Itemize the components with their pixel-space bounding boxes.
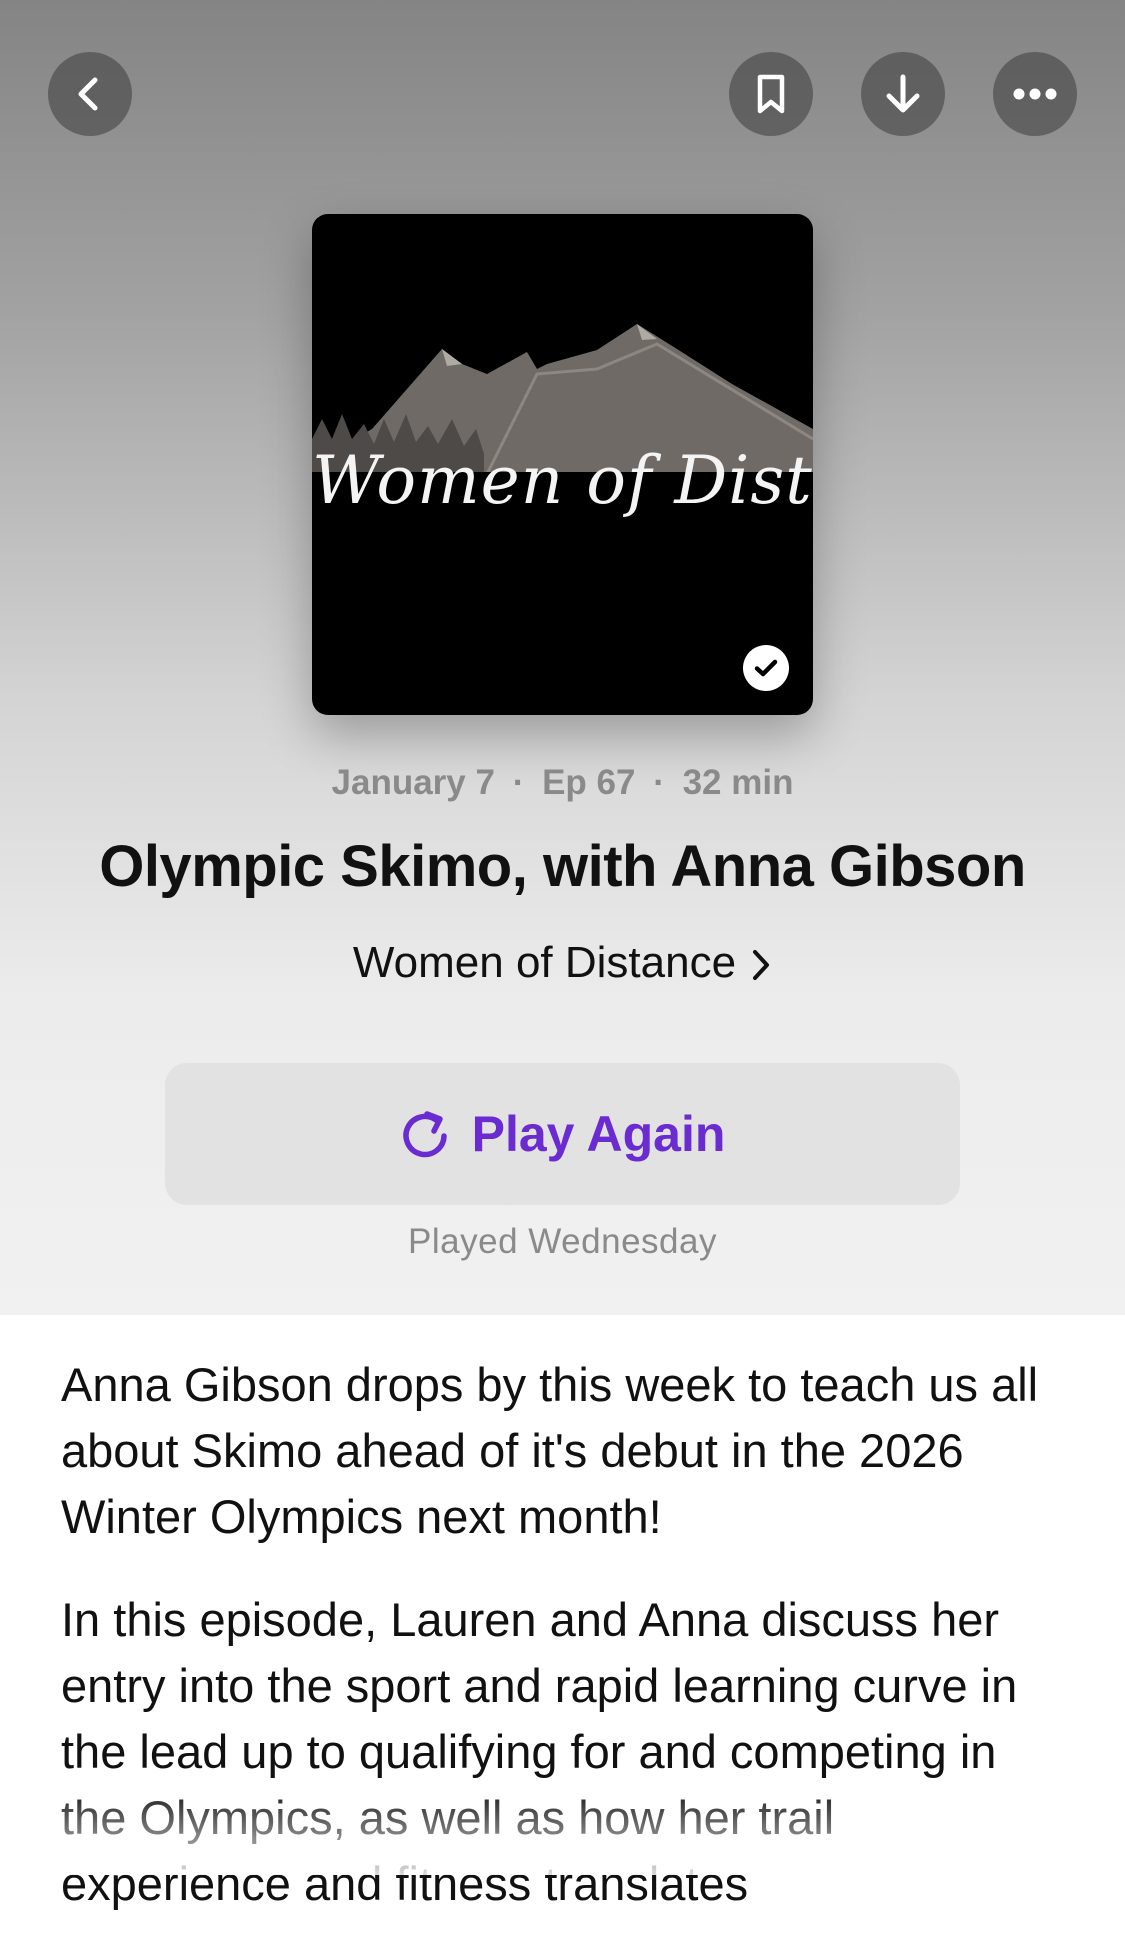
more-options-button[interactable] — [993, 52, 1077, 136]
bottom-fade — [0, 1785, 1125, 1875]
show-name: Women of Distance — [352, 938, 737, 987]
play-again-button[interactable]: Play Again — [165, 1063, 960, 1205]
replay-icon — [402, 1111, 447, 1158]
played-status: Played Wednesday — [408, 1222, 717, 1261]
artwork-title: Women of Distance — [312, 442, 813, 519]
description-paragraph: Anna Gibson drops by this week to teach … — [61, 1358, 1039, 1543]
episode-meta: January 7 · Ep 67 · 32 min — [0, 763, 1125, 803]
save-bookmark-button[interactable] — [729, 52, 813, 136]
meta-separator: · — [653, 763, 665, 802]
play-again-label: Play Again — [471, 1106, 726, 1162]
chevron-right-icon — [753, 950, 770, 981]
show-link[interactable]: Women of Distance — [0, 938, 1125, 988]
episode-duration: 32 min — [682, 763, 794, 802]
arrow-down-icon — [886, 74, 920, 113]
played-badge — [743, 645, 789, 691]
download-button[interactable] — [861, 52, 945, 136]
ellipsis-icon — [1013, 88, 1057, 100]
episode-title: Olympic Skimo, with Anna Gibson — [99, 834, 1026, 899]
bookmark-icon — [757, 74, 785, 114]
checkmark-icon — [754, 659, 778, 677]
podcast-artwork[interactable]: Women of Distance — [312, 214, 813, 715]
episode-number: Ep 67 — [542, 763, 636, 802]
chevron-left-icon — [78, 77, 98, 111]
back-button[interactable] — [48, 52, 132, 136]
episode-date: January 7 — [331, 763, 495, 802]
meta-separator: · — [512, 763, 525, 802]
